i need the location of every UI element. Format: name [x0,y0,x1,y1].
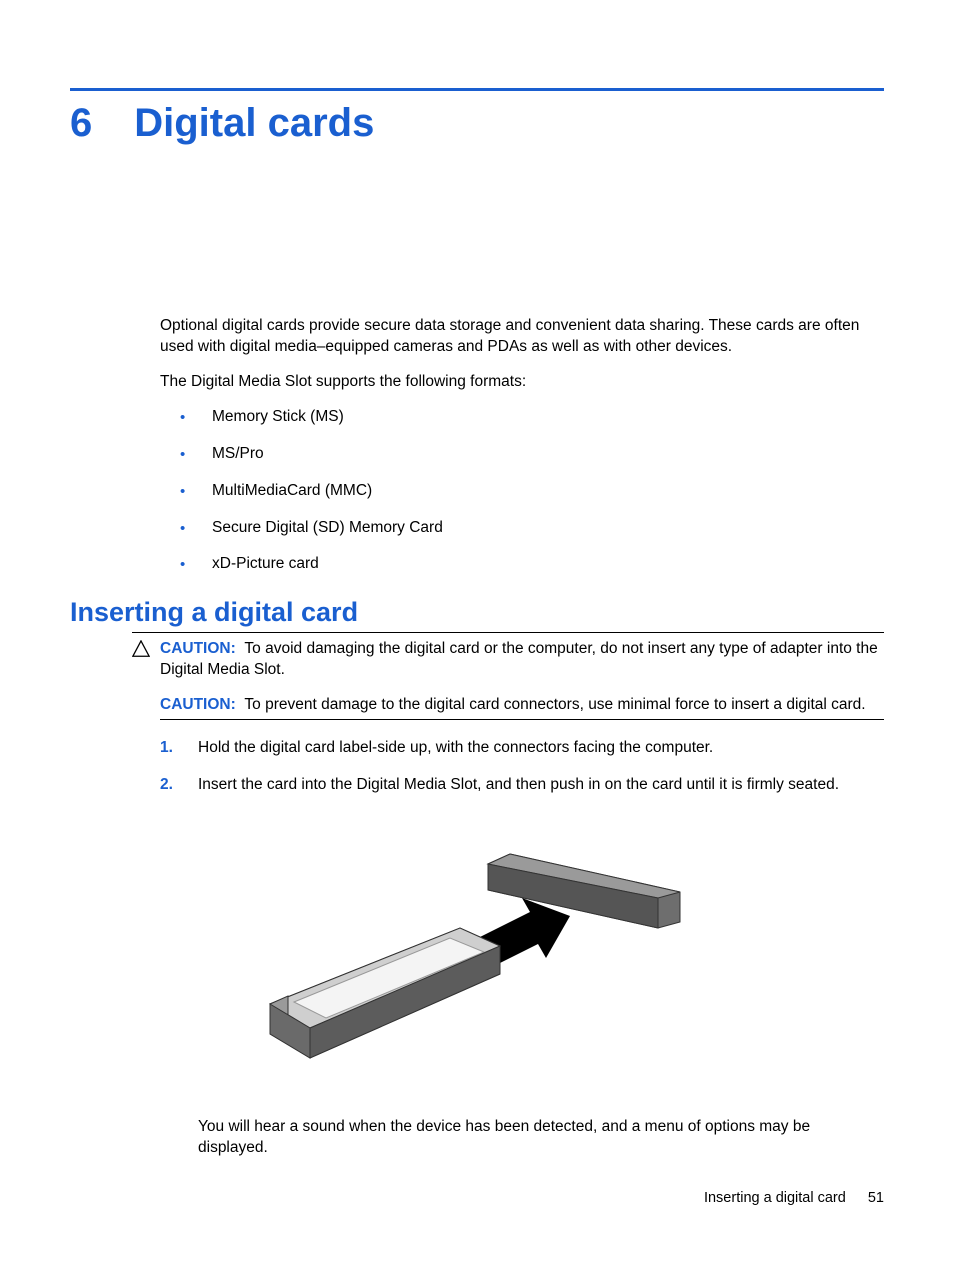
steps-list: Hold the digital card label-side up, wit… [160,738,884,1159]
media-slot-shape [488,854,680,928]
caution-label: CAUTION: [160,696,236,713]
chapter-number: 6 [70,101,92,146]
footer-page-number: 51 [868,1190,884,1206]
chapter-heading: 6 Digital cards [70,101,884,146]
intro-block: Optional digital cards provide secure da… [160,316,884,575]
caution-label: CAUTION: [160,640,236,657]
caution-2-body: To prevent damage to the digital card co… [244,696,865,713]
intro-paragraph-1: Optional digital cards provide secure da… [160,316,884,358]
caution-block-1: CAUTION: To avoid damaging the digital c… [132,632,884,681]
page-footer: Inserting a digital card 51 [704,1190,884,1206]
format-list: Memory Stick (MS) MS/Pro MultiMediaCard … [160,407,884,576]
caution-block-2: CAUTION: To prevent damage to the digita… [160,695,884,720]
page: 6 Digital cards Optional digital cards p… [0,0,954,1159]
after-illustration-text: You will hear a sound when the device ha… [198,1117,884,1159]
format-item: MS/Pro [160,444,884,465]
format-item: Secure Digital (SD) Memory Card [160,518,884,539]
section-heading: Inserting a digital card [70,597,884,628]
format-item: xD-Picture card [160,554,884,575]
illustration-wrap [240,824,884,1091]
sd-card-shape [270,928,500,1058]
step-item: Insert the card into the Digital Media S… [160,775,884,1159]
step-2-text: Insert the card into the Digital Media S… [198,776,839,793]
footer-section: Inserting a digital card [704,1190,846,1206]
caution-1-text: CAUTION: To avoid damaging the digital c… [160,639,884,681]
caution-1-body: To avoid damaging the digital card or th… [160,640,878,678]
sd-card-insert-illustration [240,824,705,1084]
caution-icon [132,640,150,658]
format-item: MultiMediaCard (MMC) [160,481,884,502]
step-item: Hold the digital card label-side up, wit… [160,738,884,759]
intro-paragraph-2: The Digital Media Slot supports the foll… [160,372,884,393]
format-item: Memory Stick (MS) [160,407,884,428]
top-rule [70,88,884,91]
chapter-title: Digital cards [134,101,374,146]
